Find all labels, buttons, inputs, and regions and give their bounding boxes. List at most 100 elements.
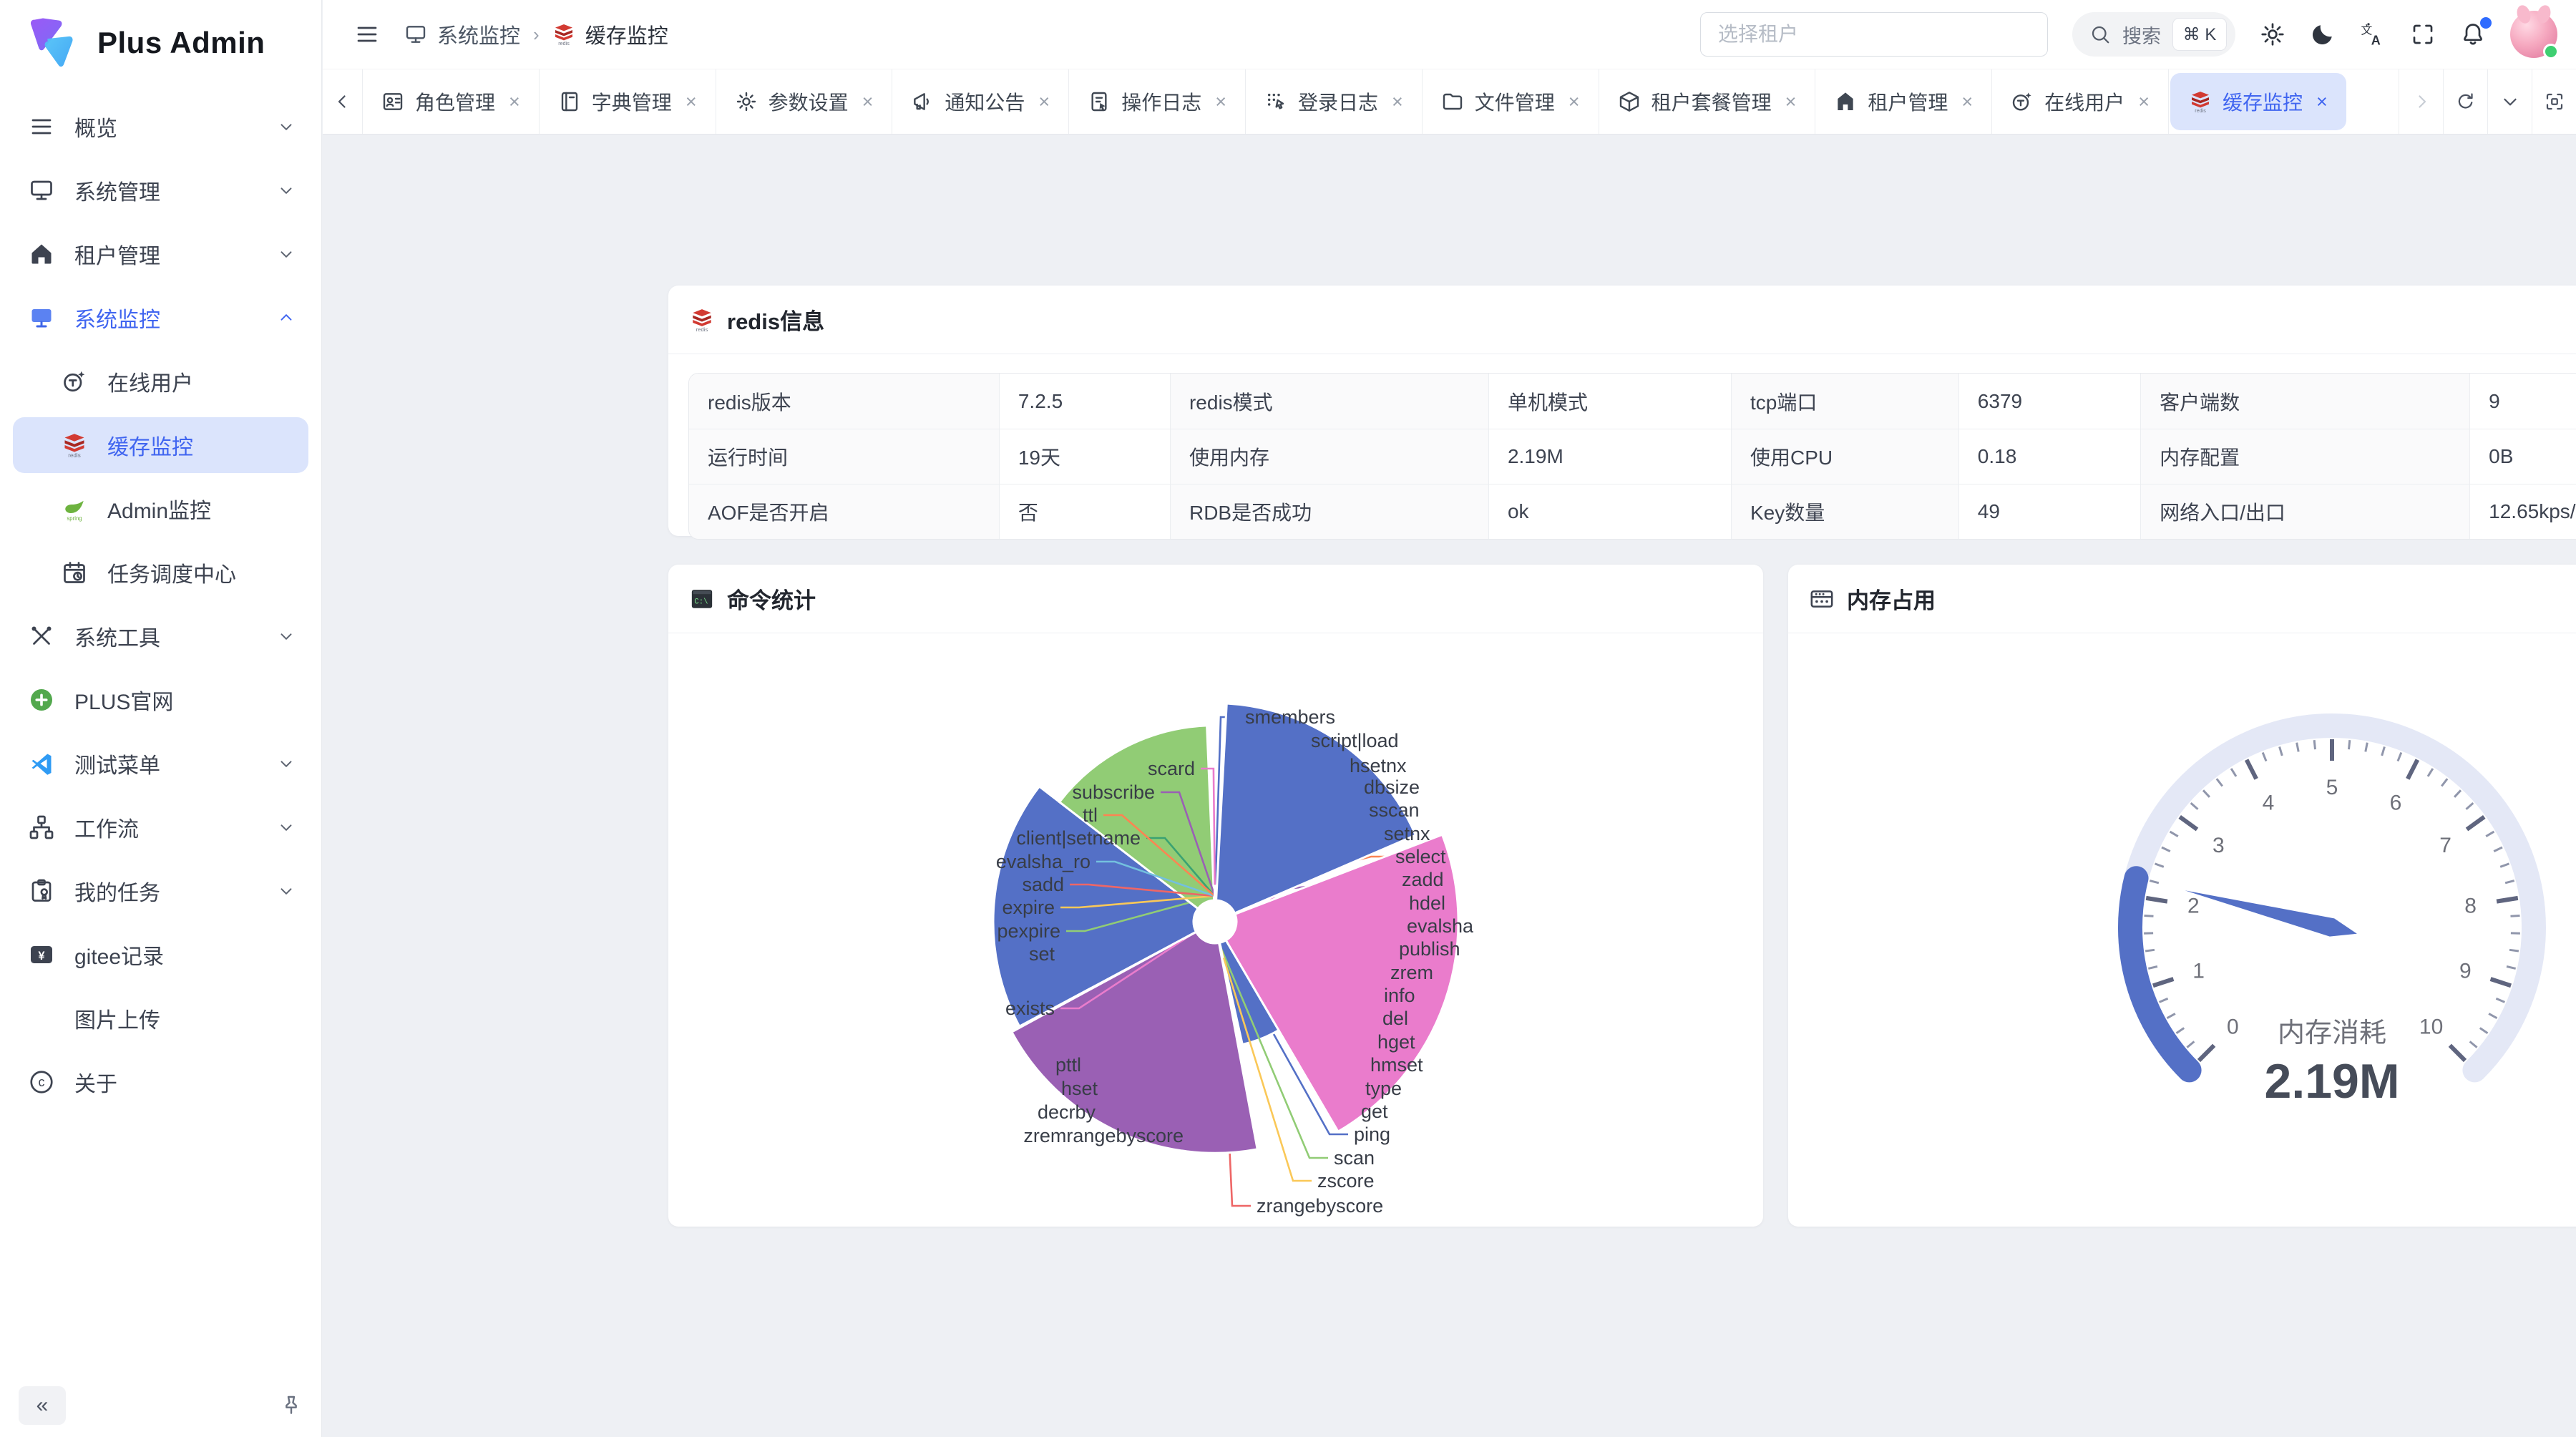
rose-label-zscore: zscore — [1317, 1170, 1375, 1192]
doclog-icon — [1088, 90, 1111, 113]
tab-close-icon[interactable]: × — [509, 91, 520, 113]
sidebar-item-label: 测试菜单 — [74, 748, 277, 779]
sidebar-item-任务调度中心[interactable]: 任务调度中心 — [13, 545, 308, 600]
content-fullscreen-icon[interactable] — [2532, 69, 2576, 134]
tab-close-icon[interactable]: × — [862, 91, 874, 113]
sidebar-item-label: 系统工具 — [74, 620, 277, 652]
tab-参数设置[interactable]: 参数设置 × — [716, 69, 893, 134]
tab-字典管理[interactable]: 字典管理 × — [540, 69, 716, 134]
tab-refresh-icon[interactable] — [2443, 69, 2487, 134]
rose-label-evalsha: evalsha — [1407, 915, 1474, 937]
tabs-scroll-left-button[interactable] — [323, 69, 363, 134]
sidebar-item-缓存监控[interactable]: redis 缓存监控 — [13, 417, 308, 473]
command-rose-chart[interactable]: smembersscript|loadhsetnxdbsizesscansetn… — [668, 633, 1763, 1227]
spring-icon: spring — [62, 496, 87, 522]
info-value: 0.18 — [1958, 429, 2140, 484]
rose-label-sadd: sadd — [1022, 874, 1064, 895]
sidebar-item-图片上传[interactable]: 图片上传 — [13, 990, 308, 1046]
tab-登录日志[interactable]: 登录日志 × — [1246, 69, 1423, 134]
rose-label-del: del — [1382, 1008, 1408, 1029]
fullscreen-icon[interactable] — [2410, 21, 2436, 47]
sidebar-nav: 概览 系统管理 租户管理 系统监控 在线用户 redis 缓存监控 spring… — [0, 77, 321, 1110]
redis-icon: redis — [552, 23, 575, 46]
sidebar-item-系统管理[interactable]: 系统管理 — [13, 162, 308, 218]
memory-gauge-chart: 012345678910内存消耗 2.19M — [1788, 633, 2576, 1227]
rose-label-set: set — [1029, 943, 1055, 965]
tab-close-icon[interactable]: × — [1785, 91, 1797, 113]
redis-info-table: redis版本 7.2.5redis模式 单机模式tcp端口 6379客户端数 … — [688, 373, 2576, 540]
sidebar-item-gitee记录[interactable]: ¥ gitee记录 — [13, 927, 308, 983]
tab-租户管理[interactable]: 租户管理 × — [1815, 69, 1992, 134]
breadcrumb-item[interactable]: 缓存监控 — [585, 19, 668, 49]
notifications-bell-icon[interactable] — [2460, 21, 2486, 47]
tab-close-icon[interactable]: × — [2138, 91, 2150, 113]
tab-文件管理[interactable]: 文件管理 × — [1423, 69, 1599, 134]
rose-label-ping: ping — [1354, 1124, 1390, 1145]
rose-label-hset: hset — [1061, 1078, 1098, 1099]
menu-toggle-icon[interactable] — [354, 21, 380, 47]
info-value: 单机模式 — [1488, 374, 1731, 429]
app-title: Plus Admin — [97, 26, 265, 60]
sidebar-item-Admin监控[interactable]: spring Admin监控 — [13, 481, 308, 537]
rose-label-evalsha_ro: evalsha_ro — [996, 851, 1091, 872]
tab-角色管理[interactable]: 角色管理 × — [363, 69, 540, 134]
rose-label-ttl: ttl — [1083, 804, 1098, 826]
chevron-down — [277, 818, 296, 837]
tools-icon — [29, 623, 54, 649]
language-translate-icon[interactable]: 文A — [2360, 21, 2386, 47]
tab-租户套餐管理[interactable]: 租户套餐管理 × — [1599, 69, 1816, 134]
sidebar-item-租户管理[interactable]: 租户管理 — [13, 226, 308, 282]
tab-缓存监控[interactable]: redis 缓存监控 × — [2170, 73, 2346, 130]
svg-text:redis: redis — [2195, 107, 2206, 113]
rose-label-client|setname: client|setname — [1016, 827, 1141, 849]
redis-icon: redis — [552, 23, 575, 46]
chevron-down — [277, 245, 296, 263]
info-label: 网络入口/出口 — [2140, 484, 2469, 539]
dots-icon — [1264, 90, 1287, 113]
sidebar-item-关于[interactable]: c 关于 — [13, 1054, 308, 1110]
notification-badge — [2480, 17, 2492, 29]
info-value: 否 — [999, 484, 1170, 539]
sidebar-collapse-button[interactable]: « — [19, 1386, 66, 1425]
tab-通知公告[interactable]: 通知公告 × — [892, 69, 1069, 134]
pin-icon[interactable] — [280, 1394, 303, 1417]
tab-close-icon[interactable]: × — [1215, 91, 1226, 113]
settings-gear-icon[interactable] — [2260, 21, 2285, 47]
tab-操作日志[interactable]: 操作日志 × — [1069, 69, 1246, 134]
sidebar-item-在线用户[interactable]: 在线用户 — [13, 354, 308, 409]
tab-close-icon[interactable]: × — [1392, 91, 1403, 113]
tab-在线用户[interactable]: 在线用户 × — [1992, 69, 2169, 134]
avatar[interactable] — [2510, 11, 2557, 58]
global-search[interactable]: 搜索 ⌘ K — [2072, 12, 2235, 57]
sidebar-item-PLUS官网[interactable]: PLUS官网 — [13, 672, 308, 728]
logo-row[interactable]: Plus Admin — [0, 0, 321, 77]
tab-close-icon[interactable]: × — [686, 91, 697, 113]
tab-label: 角色管理 — [415, 87, 495, 116]
breadcrumb-item[interactable]: 系统监控 — [437, 19, 520, 49]
sidebar-item-工作流[interactable]: 工作流 — [13, 799, 308, 855]
tab-label: 操作日志 — [1121, 87, 1201, 116]
terminal-icon: C:\ — [690, 587, 714, 611]
tab-close-icon[interactable]: × — [1568, 91, 1580, 113]
info-value: 6379 — [1958, 374, 2140, 429]
sidebar-item-我的任务[interactable]: 我的任务 — [13, 863, 308, 919]
tab-close-icon[interactable]: × — [2316, 91, 2328, 113]
tab-close-icon[interactable]: × — [1961, 91, 1973, 113]
tab-close-icon[interactable]: × — [1038, 91, 1050, 113]
dark-mode-moon-icon[interactable] — [2310, 21, 2336, 47]
gauge-label: 内存消耗 — [2278, 1018, 2386, 1048]
sidebar-item-系统工具[interactable]: 系统工具 — [13, 608, 308, 664]
sidebar-item-系统监控[interactable]: 系统监控 — [13, 290, 308, 346]
chevron-down-icon — [277, 117, 296, 136]
tenant-select-input[interactable] — [1700, 12, 2048, 57]
sidebar-item-label: 我的任务 — [74, 875, 277, 907]
tab-actions-chevron-icon[interactable] — [2487, 69, 2532, 134]
chevron-down-icon — [277, 245, 296, 263]
sidebar-item-label: 任务调度中心 — [107, 557, 296, 588]
tabs-scroll-right-button[interactable] — [2399, 69, 2443, 134]
sidebar-item-测试菜单[interactable]: 测试菜单 — [13, 736, 308, 791]
folder-icon — [1441, 90, 1464, 113]
sidebar-item-label: 图片上传 — [74, 1003, 296, 1034]
sidebar-item-概览[interactable]: 概览 — [13, 99, 308, 155]
tab-bar: 角色管理 × 字典管理 × 参数设置 × 通知公告 × 操作日志 × 登录日志 … — [323, 69, 2576, 135]
